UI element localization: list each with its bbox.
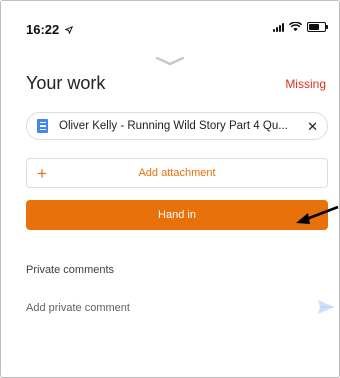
- attachment-chip[interactable]: Oliver Kelly - Running Wild Story Part 4…: [26, 112, 328, 140]
- chevron-down-icon[interactable]: [155, 55, 185, 67]
- close-icon[interactable]: ✕: [307, 119, 318, 135]
- clock: 16:22: [26, 22, 60, 37]
- location-arrow-icon: [64, 25, 74, 35]
- status-missing-label: Missing: [285, 77, 326, 91]
- signal-icon: [273, 22, 284, 32]
- private-comments-label: Private comments: [26, 264, 115, 276]
- page-title: Your work: [26, 73, 106, 93]
- hand-in-button[interactable]: Hand in: [26, 200, 328, 230]
- google-docs-icon: [37, 119, 48, 133]
- status-icons: [273, 22, 328, 32]
- send-icon[interactable]: [317, 299, 335, 315]
- private-comment-input[interactable]: [26, 299, 296, 317]
- wifi-icon: [289, 22, 302, 32]
- status-bar: 16:22: [0, 0, 340, 40]
- attachment-name: Oliver Kelly - Running Wild Story Part 4…: [59, 120, 288, 132]
- battery-icon: [307, 22, 328, 32]
- annotation-arrow-icon: [296, 205, 339, 224]
- add-attachment-button[interactable]: + Add attachment: [26, 158, 328, 188]
- add-attachment-label: Add attachment: [138, 167, 216, 179]
- status-time: 16:22: [26, 22, 74, 37]
